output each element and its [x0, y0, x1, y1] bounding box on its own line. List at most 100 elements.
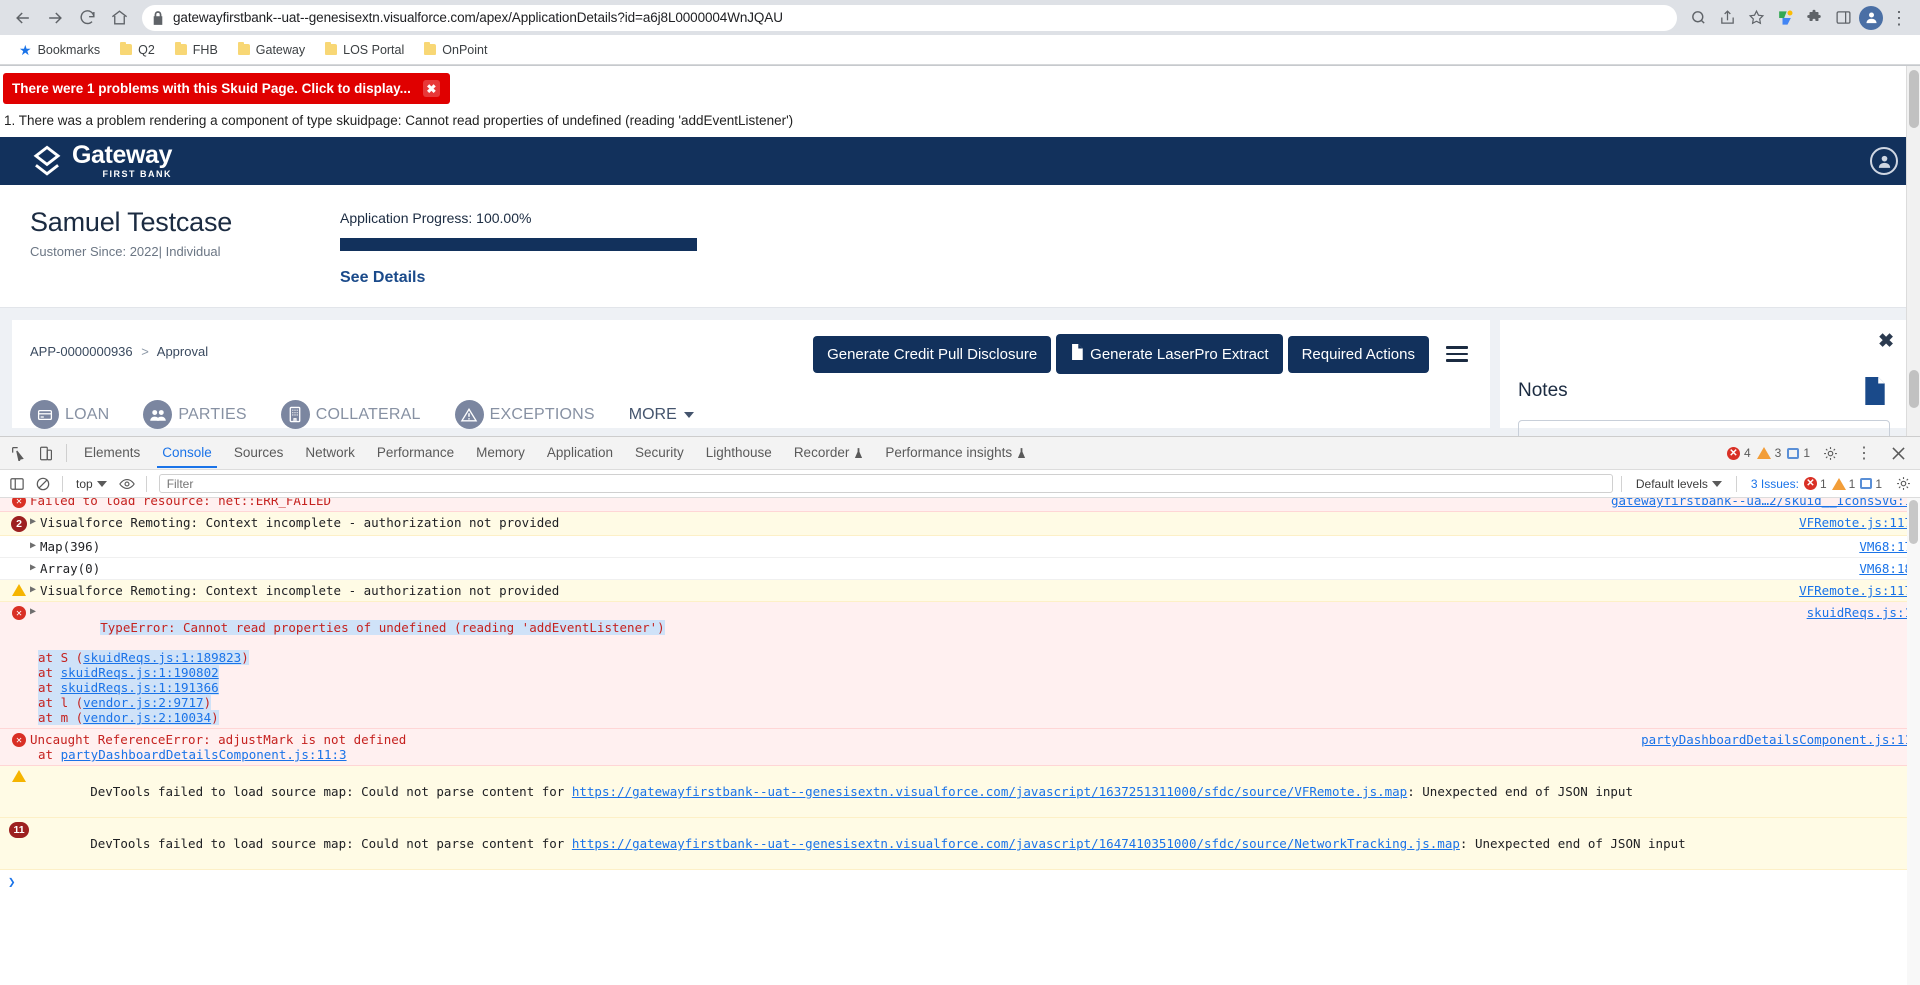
console-context-select[interactable]: top	[71, 475, 112, 493]
error-count[interactable]: ✕ 4	[1726, 446, 1751, 460]
tab-more[interactable]: MORE	[629, 406, 694, 424]
console-sidebar-icon[interactable]	[6, 473, 28, 495]
console-source-link[interactable]: VM68:17	[1859, 539, 1912, 554]
issues-summary[interactable]: 3 Issues: ✕ 1 1 1	[1745, 476, 1888, 492]
extensions-puzzle-icon[interactable]	[1801, 5, 1827, 31]
expand-arrow-icon[interactable]: ▶	[30, 539, 36, 551]
console-row[interactable]: ▶ Visualforce Remoting: Context incomple…	[0, 580, 1920, 602]
tab-collateral[interactable]: COLLATERAL	[280, 400, 421, 429]
close-icon[interactable]: ✖	[422, 80, 440, 97]
tab-security[interactable]: Security	[624, 438, 695, 468]
stack-link[interactable]: skuidReqs.js:1:189823	[83, 650, 241, 665]
console-row[interactable]: ▶ Map(396) VM68:17	[0, 536, 1920, 558]
stack-link[interactable]: partyDashboardDetailsComponent.js:11:3	[61, 747, 347, 762]
tab-console[interactable]: Console	[151, 438, 223, 468]
tab-exceptions[interactable]: EXCEPTIONS	[454, 400, 595, 429]
brand-logo[interactable]: Gateway FIRST BANK	[30, 143, 172, 179]
document-add-icon[interactable]	[1860, 376, 1890, 406]
console-row[interactable]: 2 ▶ Visualforce Remoting: Context incomp…	[0, 512, 1920, 536]
skuid-error-banner[interactable]: There were 1 problems with this Skuid Pa…	[3, 73, 450, 104]
tab-parties[interactable]: PARTIES	[143, 400, 247, 429]
bookmark-item-los-portal[interactable]: LOS Portal	[318, 40, 411, 60]
bookmark-item-onpoint[interactable]: OnPoint	[417, 40, 494, 60]
tab-performance-insights[interactable]: Performance insights	[874, 438, 1037, 468]
console-source-link[interactable]: skuidReqs.js:1	[1807, 605, 1912, 620]
clear-console-icon[interactable]	[32, 473, 54, 495]
expand-arrow-icon[interactable]: ▶	[30, 561, 36, 573]
avatar[interactable]	[1859, 5, 1883, 30]
console-row-sourcemap[interactable]: DevTools failed to load source map: Coul…	[0, 766, 1920, 818]
sourcemap-link[interactable]: https://gatewayfirstbank--uat--genesisex…	[572, 784, 1407, 799]
see-details-link[interactable]: See Details	[340, 269, 697, 287]
home-icon[interactable]	[104, 3, 134, 33]
forward-arrow-icon[interactable]	[40, 3, 70, 33]
console-row-referenceerror[interactable]: ✕ Uncaught ReferenceError: adjustMark is…	[0, 729, 1920, 766]
bookmark-item-gateway[interactable]: Gateway	[231, 40, 312, 60]
settings-gear-icon[interactable]	[1892, 473, 1914, 495]
page-scrollbar[interactable]	[1906, 66, 1920, 436]
search-icon[interactable]	[1685, 5, 1711, 31]
share-icon[interactable]	[1714, 5, 1740, 31]
inspect-element-icon[interactable]	[4, 439, 32, 467]
row-gutter: ✕	[8, 605, 30, 620]
three-dot-menu-icon[interactable]: ⋮	[1886, 9, 1912, 27]
stack-link[interactable]: skuidReqs.js:1:190802	[61, 665, 219, 680]
tab-lighthouse[interactable]: Lighthouse	[695, 438, 783, 468]
tab-elements[interactable]: Elements	[73, 438, 151, 468]
address-bar[interactable]: gatewayfirstbank--uat--genesisextn.visua…	[142, 4, 1677, 31]
console-log[interactable]: ✕ Failed to load resource: net::ERR_FAIL…	[0, 498, 1920, 985]
console-row[interactable]: ✕ Failed to load resource: net::ERR_FAIL…	[0, 498, 1920, 512]
tab-memory[interactable]: Memory	[465, 438, 536, 468]
stack-link[interactable]: skuidReqs.js:1:191366	[61, 680, 219, 695]
back-arrow-icon[interactable]	[8, 3, 38, 33]
settings-gear-icon[interactable]	[1816, 439, 1844, 467]
tab-sources[interactable]: Sources	[223, 438, 295, 468]
console-source-link[interactable]: partyDashboardDetailsComponent.js:11	[1641, 732, 1912, 747]
console-source-link[interactable]: VFRemote.js:117	[1799, 515, 1912, 530]
console-row-typeerror[interactable]: ✕ ▶ TypeError: Cannot read properties of…	[0, 602, 1920, 729]
generate-credit-pull-disclosure-button[interactable]: Generate Credit Pull Disclosure	[813, 335, 1052, 373]
console-prompt[interactable]: ❯	[0, 870, 1920, 893]
tab-recorder[interactable]: Recorder	[783, 438, 875, 468]
expand-arrow-icon[interactable]: ▶	[30, 605, 36, 617]
scrollbar-thumb[interactable]	[1909, 70, 1919, 128]
tab-application[interactable]: Application	[536, 438, 624, 468]
bookmark-star-icon[interactable]	[1743, 5, 1769, 31]
scrollbar-thumb[interactable]	[1909, 500, 1918, 544]
reload-icon[interactable]	[72, 3, 102, 33]
console-levels-select[interactable]: Default levels	[1630, 475, 1728, 493]
warning-count[interactable]: 3	[1756, 446, 1781, 460]
expand-arrow-icon[interactable]: ▶	[30, 515, 36, 527]
bookmark-item-q2[interactable]: Q2	[113, 40, 162, 60]
stack-link[interactable]: vendor.js:2:9717	[83, 695, 203, 710]
tab-performance[interactable]: Performance	[366, 438, 465, 468]
console-row[interactable]: ▶ Array(0) VM68:18	[0, 558, 1920, 580]
user-avatar-icon[interactable]	[1870, 147, 1898, 175]
breadcrumb-app-id[interactable]: APP-0000000936	[30, 344, 133, 359]
sourcemap-link[interactable]: https://gatewayfirstbank--uat--genesisex…	[572, 836, 1460, 851]
console-row-sourcemap[interactable]: 11 DevTools failed to load source map: C…	[0, 818, 1920, 870]
console-scrollbar[interactable]	[1907, 498, 1920, 985]
hamburger-menu-icon[interactable]	[1446, 346, 1468, 362]
side-panel-icon[interactable]	[1830, 5, 1856, 31]
console-source-link[interactable]: gatewayfirstbank--ua…2/skuid__IconsSVG:1	[1611, 498, 1912, 508]
bookmark-item-bookmarks[interactable]: ★ Bookmarks	[12, 40, 107, 60]
console-source-link[interactable]: VFRemote.js:117	[1799, 583, 1912, 598]
message-count[interactable]: 1	[1787, 446, 1810, 460]
live-expression-eye-icon[interactable]	[116, 473, 138, 495]
device-toolbar-icon[interactable]	[32, 439, 60, 467]
expand-arrow-icon[interactable]: ▶	[30, 583, 36, 595]
scrollbar-thumb-secondary[interactable]	[1909, 370, 1919, 408]
stack-link[interactable]: vendor.js:2:10034	[83, 710, 211, 725]
three-dot-menu-icon[interactable]: ⋮	[1850, 439, 1878, 467]
profile-switch-icon[interactable]	[1772, 5, 1798, 31]
close-icon[interactable]	[1884, 439, 1912, 467]
required-actions-button[interactable]: Required Actions	[1287, 335, 1429, 373]
close-icon[interactable]: ✖	[1878, 330, 1894, 353]
console-source-link[interactable]: VM68:18	[1859, 561, 1912, 576]
console-filter-input[interactable]	[158, 474, 1613, 493]
tab-loan[interactable]: LOAN	[30, 400, 109, 429]
generate-laserpro-extract-button[interactable]: Generate LaserPro Extract	[1056, 334, 1283, 374]
tab-network[interactable]: Network	[294, 438, 366, 468]
bookmark-item-fhb[interactable]: FHB	[168, 40, 225, 60]
